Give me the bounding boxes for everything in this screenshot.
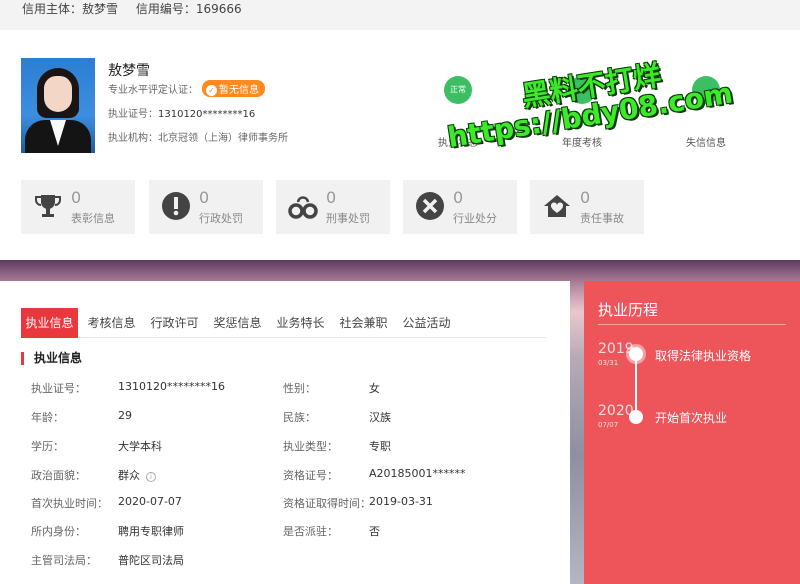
field-label-qualification-date: 资格证取得时间： bbox=[283, 497, 371, 510]
field-label-qualification: 资格证号： bbox=[283, 469, 338, 482]
field-label-authority: 主管司法局： bbox=[31, 554, 97, 567]
event-date-1: 03/31 bbox=[598, 359, 619, 367]
exclamation-icon bbox=[162, 192, 190, 220]
field-label-politics: 政治面貌： bbox=[31, 469, 86, 482]
field-label-license: 执业证号： bbox=[31, 382, 86, 395]
card-criminal-penalty-count: 0 bbox=[326, 188, 337, 207]
field-label-identity: 所内身份： bbox=[31, 525, 86, 538]
tab-admin-license[interactable]: 行政许可 bbox=[146, 308, 203, 338]
field-value-ethnicity: 汉族 bbox=[369, 411, 391, 424]
field-label-age: 年龄： bbox=[31, 411, 64, 424]
info-tabs: 执业信息 考核信息 行政许可 奖惩信息 业务特长 社会兼职 公益活动 bbox=[21, 308, 546, 338]
verify-icon: ✓ bbox=[206, 85, 217, 96]
handcuffs-icon bbox=[288, 196, 318, 219]
field-value-qualification: A20185001****** bbox=[369, 467, 466, 480]
level-certification: 专业水平评定认证： ✓ 暂无信息 bbox=[108, 80, 265, 97]
card-commendation[interactable]: 0 表彰信息 bbox=[21, 180, 135, 234]
lawyer-profile-panel: 敖梦雪 专业水平评定认证： ✓ 暂无信息 执业证号：1310120********1… bbox=[0, 30, 800, 260]
tab-rewards-penalties[interactable]: 奖惩信息 bbox=[209, 308, 266, 338]
card-commendation-label: 表彰信息 bbox=[71, 212, 115, 225]
card-admin-penalty[interactable]: 0 行政处罚 bbox=[149, 180, 263, 234]
no-info-badge: ✓ 暂无信息 bbox=[202, 80, 265, 97]
card-admin-penalty-count: 0 bbox=[199, 188, 210, 207]
credit-header-bar: 信用主体：敖梦雪 信用编号：169666 bbox=[0, 0, 800, 30]
tab-assessment-info[interactable]: 考核信息 bbox=[83, 308, 140, 338]
timeline-node-1 bbox=[629, 347, 643, 361]
card-industry-sanction-label: 行业处分 bbox=[453, 212, 497, 225]
field-value-age: 29 bbox=[118, 409, 132, 422]
timeline-line bbox=[635, 353, 637, 417]
trophy-icon bbox=[35, 195, 61, 217]
tab-business-specialty[interactable]: 业务特长 bbox=[272, 308, 329, 338]
field-label-ethnicity: 民族： bbox=[283, 411, 316, 424]
tab-practice-info[interactable]: 执业信息 bbox=[21, 308, 78, 338]
close-circle-icon bbox=[416, 192, 444, 220]
credit-subject: 信用主体：敖梦雪 bbox=[22, 2, 119, 16]
politics-value-text: 群众 bbox=[118, 469, 140, 482]
field-value-education: 大学本科 bbox=[118, 440, 162, 453]
card-industry-sanction-count: 0 bbox=[453, 188, 464, 207]
field-value-practice-type: 专职 bbox=[369, 440, 391, 453]
field-label-dispatched: 是否派驻： bbox=[283, 525, 338, 538]
info-icon[interactable]: i bbox=[146, 472, 156, 482]
field-label-education: 学历： bbox=[31, 440, 64, 453]
field-value-qualification-date: 2019-03-31 bbox=[369, 495, 433, 508]
card-liability-accident-label: 责任事故 bbox=[580, 212, 624, 225]
card-admin-penalty-label: 行政处罚 bbox=[199, 212, 243, 225]
event-text-1: 取得法律执业资格 bbox=[655, 349, 752, 363]
card-liability-accident[interactable]: 0 责任事故 bbox=[530, 180, 644, 234]
practice-info-panel: 执业信息 考核信息 行政许可 奖惩信息 业务特长 社会兼职 公益活动 执业信息 … bbox=[0, 281, 570, 584]
practice-organization: 执业机构：北京冠领（上海）律师事务所 bbox=[108, 133, 288, 144]
lawyer-photo bbox=[21, 58, 95, 153]
card-criminal-penalty[interactable]: 0 刑事处罚 bbox=[276, 180, 390, 234]
field-label-first-practice: 首次执业时间： bbox=[31, 497, 108, 510]
tab-public-welfare[interactable]: 公益活动 bbox=[398, 308, 455, 338]
timeline-node-2 bbox=[629, 410, 643, 424]
field-value-gender: 女 bbox=[369, 382, 380, 395]
field-value-politics: 群众 i bbox=[118, 467, 156, 483]
field-label-practice-type: 执业类型： bbox=[283, 440, 338, 453]
no-info-text: 暂无信息 bbox=[219, 85, 259, 96]
credit-code: 信用编号：169666 bbox=[135, 2, 242, 16]
field-value-first-practice: 2020-07-07 bbox=[118, 495, 182, 508]
field-value-license: 1310120********16 bbox=[118, 380, 225, 393]
field-value-authority: 普陀区司法局 bbox=[118, 554, 184, 567]
license-label: 执业证号： bbox=[108, 109, 158, 120]
event-text-2: 开始首次执业 bbox=[655, 411, 728, 425]
section-title: 执业信息 bbox=[21, 352, 82, 365]
status-dishonesty-label: 失信信息 bbox=[686, 138, 726, 149]
license-number: 执业证号：1310120********16 bbox=[108, 105, 255, 120]
house-heart-icon bbox=[544, 195, 570, 217]
card-liability-accident-count: 0 bbox=[580, 188, 591, 207]
level-label: 专业水平评定认证： bbox=[108, 85, 198, 96]
event-date-2: 07/07 bbox=[598, 421, 619, 429]
license-value: 1310120********16 bbox=[158, 109, 256, 120]
field-value-identity: 聘用专职律师 bbox=[118, 525, 184, 538]
card-industry-sanction[interactable]: 0 行业处分 bbox=[403, 180, 517, 234]
history-divider bbox=[598, 324, 786, 325]
practice-history-panel: 执业历程 2019 03/31 取得法律执业资格 2020 07/07 开始首次… bbox=[584, 281, 800, 584]
card-criminal-penalty-label: 刑事处罚 bbox=[326, 212, 370, 225]
lawyer-name: 敖梦雪 bbox=[108, 63, 150, 79]
history-title: 执业历程 bbox=[598, 301, 659, 319]
field-value-dispatched: 否 bbox=[369, 525, 380, 538]
field-label-gender: 性别： bbox=[283, 382, 316, 395]
tab-social-positions[interactable]: 社会兼职 bbox=[335, 308, 392, 338]
card-commendation-count: 0 bbox=[71, 188, 82, 207]
